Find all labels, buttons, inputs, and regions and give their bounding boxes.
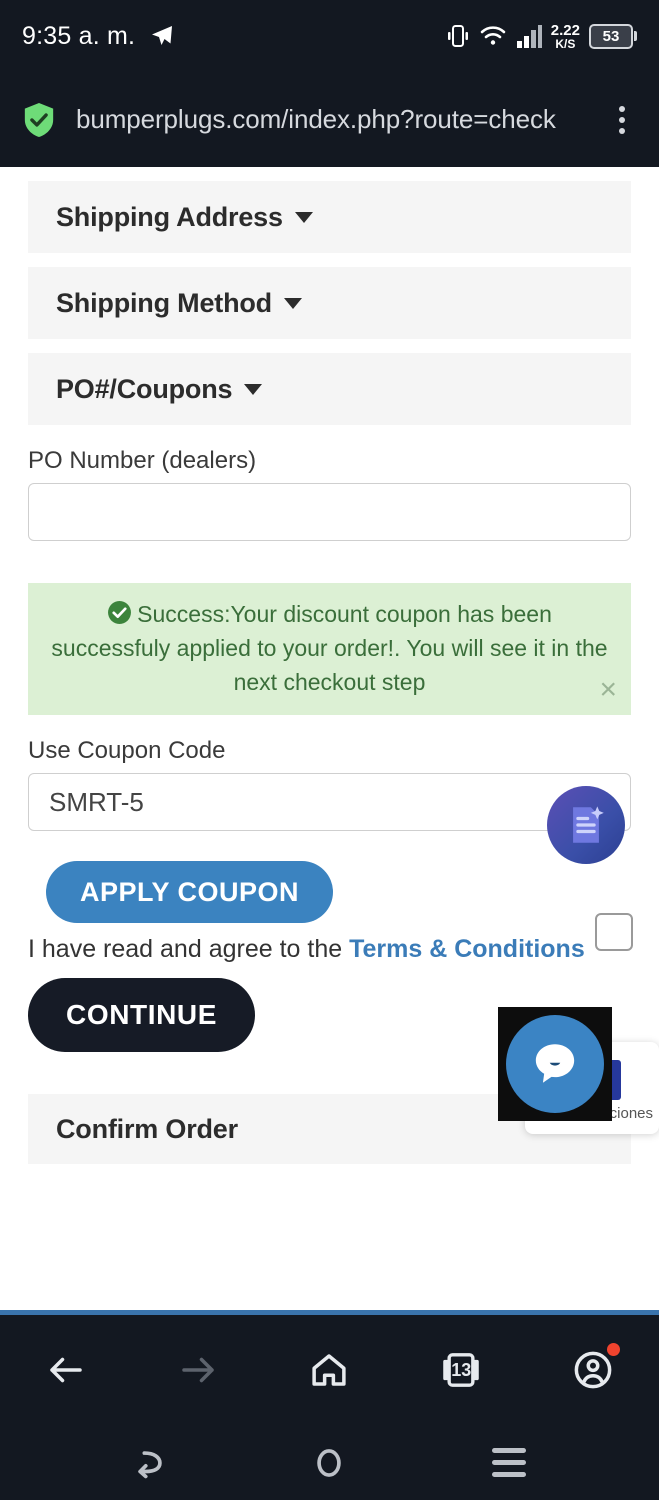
android-system-navigation-bar	[0, 1425, 659, 1500]
accordion-shipping-address[interactable]: Shipping Address	[28, 181, 631, 253]
coupon-code-input[interactable]: SMRT-5	[28, 773, 631, 832]
data-rate-value: 2.22	[550, 21, 580, 39]
continue-button[interactable]: CONTINUE	[28, 978, 256, 1053]
chevron-down-icon	[283, 297, 302, 309]
po-number-label: PO Number (dealers)	[28, 447, 257, 474]
accordion-shipping-method[interactable]: Shipping Method	[28, 267, 631, 339]
arrow-left-icon	[50, 1357, 82, 1383]
chat-card-text: ciones	[609, 1105, 653, 1122]
alert-message: Success:Your discount coupon has been su…	[51, 601, 608, 696]
terms-agreement-row: I have read and agree to the Terms & Con…	[28, 913, 633, 964]
hamburger-line	[492, 1472, 527, 1477]
terms-agree-checkbox[interactable]	[595, 913, 633, 952]
system-back-icon	[138, 1450, 162, 1478]
battery-level: 53	[589, 23, 633, 49]
browser-navigation-bar: 13	[0, 1315, 659, 1425]
data-rate-unit: K/S	[555, 36, 576, 51]
browser-forward-button[interactable]	[163, 1335, 233, 1405]
profile-notification-dot	[607, 1343, 621, 1356]
telegram-icon	[152, 26, 173, 45]
chat-widget-circle	[506, 1015, 604, 1113]
data-rate: 2.22 K/S	[551, 23, 580, 50]
browser-profile-button[interactable]	[558, 1335, 628, 1405]
wifi-icon	[480, 26, 506, 45]
home-icon	[312, 1354, 347, 1386]
vibrate-icon	[447, 25, 468, 47]
check-circle-icon	[108, 601, 132, 624]
hamburger-line	[492, 1448, 527, 1453]
chevron-down-icon	[294, 211, 313, 223]
terms-conditions-link[interactable]: Terms & Conditions	[349, 935, 585, 963]
apply-coupon-button[interactable]: APPLY COUPON	[46, 861, 334, 924]
system-back-button[interactable]	[120, 1438, 180, 1488]
browser-url-bar[interactable]: bumperplugs.com/index.php?route=check	[0, 72, 659, 167]
alert-close-button[interactable]: ×	[599, 675, 617, 705]
status-clock: 9:35 a. m.	[22, 21, 136, 50]
status-bar-left: 9:35 a. m.	[22, 22, 175, 51]
tabs-count: 13	[451, 1359, 472, 1380]
browser-home-button[interactable]	[294, 1335, 364, 1405]
accordion-po-coupons[interactable]: PO#/Coupons	[28, 353, 631, 425]
battery-indicator: 53	[589, 23, 637, 49]
system-recents-button[interactable]	[479, 1438, 539, 1488]
alert-message-row: Success:Your discount coupon has been su…	[46, 597, 613, 699]
signal-bars-icon	[516, 24, 542, 48]
web-page-content: Shipping Address Shipping Method PO#/Cou…	[0, 167, 659, 1310]
arrow-right-icon	[181, 1357, 214, 1383]
account-circle-icon	[574, 1351, 612, 1389]
kebab-menu-icon[interactable]	[607, 105, 637, 134]
system-home-button[interactable]	[299, 1438, 359, 1488]
ai-assistant-floating-button[interactable]	[547, 786, 625, 864]
coupon-code-label: Use Coupon Code	[28, 737, 226, 765]
system-home-icon	[317, 1448, 342, 1477]
shield-check-icon	[24, 102, 54, 137]
accordion-label: Confirm Order	[56, 1113, 238, 1144]
accordion-label: Shipping Address	[56, 201, 283, 232]
coupon-success-alert: Success:Your discount coupon has been su…	[28, 583, 631, 716]
document-sparkle-icon	[573, 806, 604, 843]
browser-back-button[interactable]	[31, 1335, 101, 1405]
battery-tip	[634, 31, 637, 41]
terms-prefix: I have read and agree to the	[28, 935, 350, 964]
status-bar-right: 2.22 K/S 53	[446, 23, 637, 50]
phone-screen: 9:35 a. m. 2.22 K/S 53 bumperplugs.com/i…	[0, 0, 659, 1500]
po-number-input[interactable]	[28, 483, 631, 541]
accordion-label: Shipping Method	[56, 287, 272, 318]
hamburger-line	[492, 1460, 527, 1465]
browser-tabs-button[interactable]: 13	[426, 1335, 496, 1405]
chevron-down-icon	[244, 383, 263, 395]
url-text[interactable]: bumperplugs.com/index.php?route=check	[76, 104, 607, 135]
status-bar: 9:35 a. m. 2.22 K/S 53	[0, 0, 659, 72]
chat-bubble-icon	[535, 1044, 575, 1083]
accordion-label: PO#/Coupons	[56, 373, 233, 404]
chat-widget-button[interactable]	[498, 1007, 612, 1121]
